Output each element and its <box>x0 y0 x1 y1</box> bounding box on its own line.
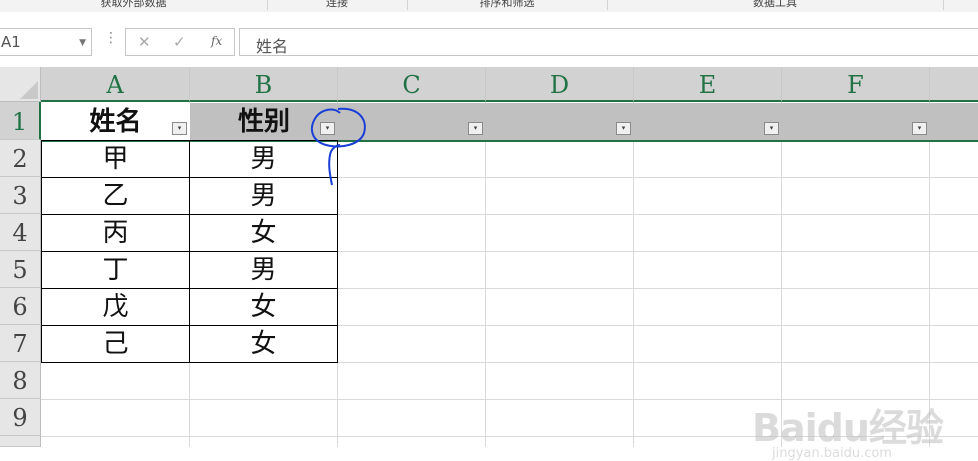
row-header-3[interactable]: 3 <box>0 177 41 214</box>
column-header-e[interactable]: E <box>634 67 782 102</box>
watermark-logo: Baidu经验 <box>752 406 944 450</box>
insert-function-icon[interactable]: fx <box>211 34 222 48</box>
chevron-down-icon[interactable]: ▼ <box>79 38 86 48</box>
table-cell[interactable]: 丙 <box>41 214 190 252</box>
formula-input-value: 姓名 <box>256 37 289 56</box>
filter-dropdown-c[interactable]: ▾ <box>468 122 483 135</box>
enter-icon[interactable]: ✓ <box>173 33 186 51</box>
table-cell[interactable]: 戊 <box>41 288 190 326</box>
table-cell[interactable]: 己 <box>41 325 190 363</box>
column-header-c[interactable]: C <box>338 67 486 102</box>
table-cell[interactable]: 乙 <box>41 177 190 215</box>
ribbon-group-data-tools[interactable]: 数据工具 <box>607 0 944 10</box>
header-cell-name[interactable]: 姓名 <box>41 103 190 140</box>
formula-bar: A1 ▼ ⋮ ✕ ✓ fx 姓名 <box>0 12 978 67</box>
annotation-circle-icon <box>310 107 366 186</box>
table-cell[interactable]: 甲 <box>41 140 190 178</box>
filter-dropdown-e[interactable]: ▾ <box>764 122 779 135</box>
baidu-jingyan-watermark: Baidu经验 jingyan.baidu.com <box>752 397 944 461</box>
more-options-icon[interactable]: ⋮ <box>104 30 118 46</box>
cancel-icon[interactable]: ✕ <box>138 33 151 51</box>
row-header-7[interactable]: 7 <box>0 325 41 362</box>
ribbon-group-sort-filter[interactable]: 排序和筛选 <box>407 0 608 10</box>
name-box[interactable]: A1 ▼ <box>0 28 92 56</box>
table-cell[interactable]: 女 <box>189 214 338 252</box>
select-all-button[interactable] <box>0 67 41 102</box>
filter-dropdown-a[interactable]: ▾ <box>172 122 187 135</box>
ribbon-group-connections[interactable]: 连接 <box>267 0 408 10</box>
worksheet-grid: A B C D E F 1 2 3 4 5 6 7 8 9 姓名 性别 ▾ ▾ … <box>0 67 978 461</box>
table-cell[interactable]: 丁 <box>41 251 190 289</box>
column-header-d[interactable]: D <box>486 67 634 102</box>
column-header-a[interactable]: A <box>41 67 190 102</box>
row-header-10[interactable] <box>0 436 41 447</box>
row-header-6[interactable]: 6 <box>0 288 41 325</box>
column-header-f[interactable]: F <box>782 67 930 102</box>
row-header-4[interactable]: 4 <box>0 214 41 251</box>
column-header-b[interactable]: B <box>190 67 338 102</box>
name-box-value: A1 <box>1 33 21 51</box>
formula-input[interactable]: 姓名 <box>239 28 978 56</box>
table-cell[interactable]: 女 <box>189 325 338 363</box>
ribbon-group-get-external-data[interactable]: 获取外部数据 <box>0 0 268 10</box>
column-header-g[interactable] <box>930 67 978 102</box>
row-header-9[interactable]: 9 <box>0 399 41 436</box>
row-header-1[interactable]: 1 <box>0 102 41 140</box>
row-header-8[interactable]: 8 <box>0 362 41 399</box>
row-header-5[interactable]: 5 <box>0 251 41 288</box>
table-cell[interactable]: 女 <box>189 288 338 326</box>
filter-dropdown-d[interactable]: ▾ <box>616 122 631 135</box>
table-cell[interactable]: 男 <box>189 251 338 289</box>
formula-buttons: ✕ ✓ fx <box>125 28 235 56</box>
filter-dropdown-f[interactable]: ▾ <box>912 122 927 135</box>
row-header-2[interactable]: 2 <box>0 140 41 177</box>
